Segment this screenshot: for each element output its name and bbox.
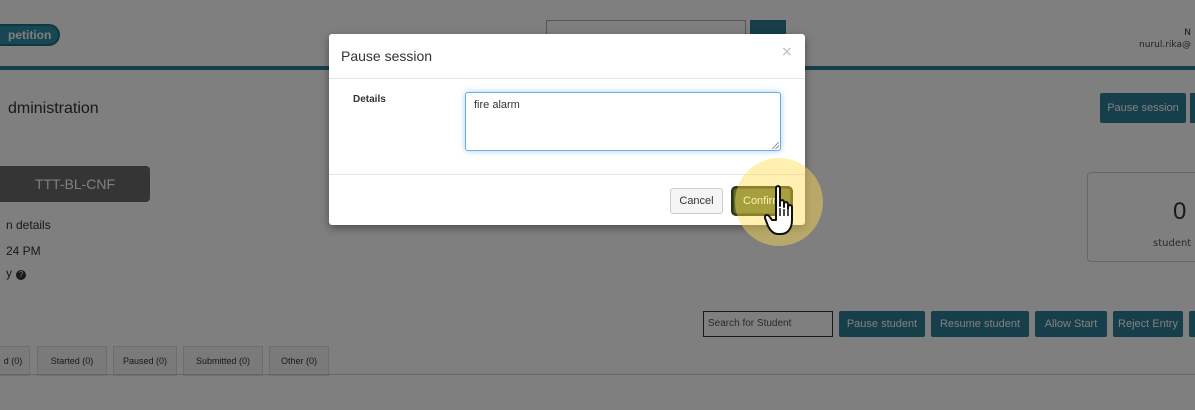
close-icon[interactable]: × xyxy=(781,44,793,60)
resize-handle-icon[interactable] xyxy=(772,142,779,149)
hand-pointer-icon xyxy=(764,185,793,235)
details-textarea[interactable]: fire alarm xyxy=(465,92,781,151)
cancel-button[interactable]: Cancel xyxy=(670,188,723,214)
details-label: Details xyxy=(353,94,386,105)
dialog-footer-divider xyxy=(329,174,805,175)
pause-session-dialog: Pause session × Details fire alarm Cance… xyxy=(329,34,805,225)
dialog-title: Pause session xyxy=(341,48,433,64)
